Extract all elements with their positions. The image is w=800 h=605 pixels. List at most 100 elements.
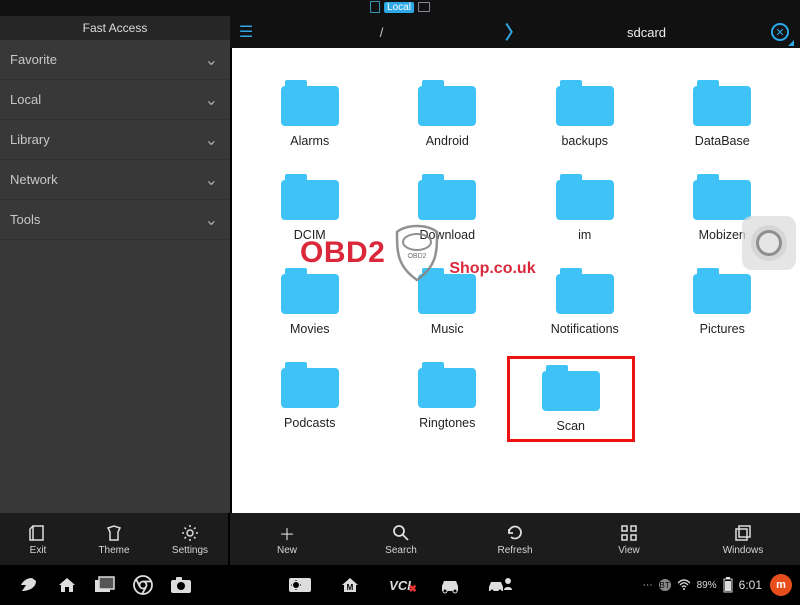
- folder-icon: [556, 268, 614, 314]
- plus-icon: ＋: [279, 523, 295, 543]
- folder-movies[interactable]: Movies: [246, 268, 374, 336]
- home-icon[interactable]: [54, 572, 80, 598]
- folder-backups[interactable]: backups: [521, 80, 649, 148]
- assistive-touch-button[interactable]: [742, 216, 796, 270]
- folder-label: Scan: [557, 419, 586, 433]
- resize-corner-icon: [788, 40, 794, 46]
- recent-icon[interactable]: [92, 572, 118, 598]
- sd-icon: [370, 1, 380, 13]
- folder-music[interactable]: Music: [384, 268, 512, 336]
- folder-label: backups: [561, 134, 608, 148]
- sidebar-item-favorite[interactable]: Favorite: [0, 40, 230, 80]
- breadcrumb-sep-icon: 〉: [501, 19, 527, 45]
- toolbar-label: Search: [385, 545, 417, 556]
- folder-download[interactable]: Download: [384, 174, 512, 242]
- system-navbar: M VCI✖ ⋯ BT 89% 6:01 m: [0, 565, 800, 605]
- sidebar: Fast Access Favorite Local Library Netwo…: [0, 16, 230, 513]
- chevron-down-icon: [205, 90, 218, 110]
- chevron-down-icon: [205, 170, 218, 190]
- refresh-button[interactable]: Refresh: [458, 513, 572, 565]
- search-button[interactable]: Search: [344, 513, 458, 565]
- storage-badge: Local: [370, 1, 430, 13]
- folder-label: Alarms: [290, 134, 329, 148]
- camera-icon[interactable]: [168, 572, 194, 598]
- settings-button[interactable]: Settings: [152, 513, 230, 565]
- folder-label: Pictures: [700, 322, 745, 336]
- exit-button[interactable]: Exit: [0, 513, 76, 565]
- chevron-down-icon: [205, 130, 218, 150]
- folder-dcim[interactable]: DCIM: [246, 174, 374, 242]
- folder-label: Android: [426, 134, 469, 148]
- folder-icon: [693, 174, 751, 220]
- folder-icon: [418, 362, 476, 408]
- windows-icon: [734, 523, 752, 543]
- breadcrumb: ☰ / 〉 sdcard ✕: [230, 16, 800, 48]
- sidebar-item-label: Local: [10, 92, 41, 107]
- folder-database[interactable]: DataBase: [659, 80, 787, 148]
- folder-pictures[interactable]: Pictures: [659, 268, 787, 336]
- settings-icon: [181, 523, 199, 543]
- toolbar-label: Refresh: [497, 545, 532, 556]
- toolbar-label: Settings: [172, 545, 208, 556]
- sidebar-item-label: Favorite: [10, 52, 57, 67]
- breadcrumb-current[interactable]: sdcard: [527, 25, 766, 40]
- car-people-icon[interactable]: [487, 572, 513, 598]
- folder-android[interactable]: Android: [384, 80, 512, 148]
- folder-label: DataBase: [695, 134, 750, 148]
- folder-label: im: [578, 228, 591, 242]
- folder-icon: [693, 80, 751, 126]
- folder-icon: [281, 268, 339, 314]
- folder-icon: [418, 268, 476, 314]
- sidebar-item-local[interactable]: Local: [0, 80, 230, 120]
- chrome-icon[interactable]: [130, 572, 156, 598]
- theme-button[interactable]: Theme: [76, 513, 152, 565]
- folder-icon: [418, 174, 476, 220]
- theme-icon: [105, 523, 123, 543]
- folder-icon: [556, 174, 614, 220]
- breadcrumb-root[interactable]: /: [262, 25, 501, 40]
- m-icon[interactable]: M: [337, 572, 363, 598]
- search-icon: [392, 523, 410, 543]
- folder-icon: [418, 80, 476, 126]
- exit-icon: [29, 523, 47, 543]
- folder-label: DCIM: [294, 228, 326, 242]
- brightness-icon[interactable]: [287, 572, 313, 598]
- app-badge-icon[interactable]: m: [770, 574, 792, 596]
- clock: 6:01: [739, 578, 762, 592]
- new-button[interactable]: ＋ New: [230, 513, 344, 565]
- sidebar-item-library[interactable]: Library: [0, 120, 230, 160]
- toolbar-label: Exit: [30, 545, 47, 556]
- folder-icon: [281, 80, 339, 126]
- chevron-down-icon: [205, 50, 218, 70]
- back-icon[interactable]: [16, 572, 42, 598]
- folder-notifications[interactable]: Notifications: [521, 268, 649, 336]
- vci-icon[interactable]: VCI✖: [387, 572, 413, 598]
- battery-icon: [723, 577, 733, 593]
- storage-local-label: Local: [384, 2, 414, 13]
- folder-scan[interactable]: Scan: [507, 356, 635, 442]
- view-button[interactable]: View: [572, 513, 686, 565]
- folder-label: Download: [419, 228, 475, 242]
- folder-im[interactable]: im: [521, 174, 649, 242]
- menu-icon[interactable]: ☰: [230, 22, 262, 42]
- car-icon[interactable]: [437, 572, 463, 598]
- sidebar-item-label: Library: [10, 132, 50, 147]
- sidebar-item-network[interactable]: Network: [0, 160, 230, 200]
- folder-label: Notifications: [551, 322, 619, 336]
- svg-text:M: M: [347, 583, 354, 592]
- dots-icon: ⋯: [643, 580, 653, 591]
- folder-label: Movies: [290, 322, 330, 336]
- folder-ringtones[interactable]: Ringtones: [384, 362, 512, 436]
- folder-icon: [693, 268, 751, 314]
- folder-label: Music: [431, 322, 464, 336]
- folder-alarms[interactable]: Alarms: [246, 80, 374, 148]
- external-icon: [418, 2, 430, 12]
- assistive-touch-icon: [756, 230, 782, 256]
- sidebar-item-tools[interactable]: Tools: [0, 200, 230, 240]
- status-strip: Local: [0, 0, 800, 16]
- folder-label: Mobizen: [699, 228, 746, 242]
- bt-indicator-icon: BT: [659, 579, 671, 591]
- windows-button[interactable]: Windows: [686, 513, 800, 565]
- folder-podcasts[interactable]: Podcasts: [246, 362, 374, 436]
- sidebar-title: Fast Access: [0, 16, 230, 40]
